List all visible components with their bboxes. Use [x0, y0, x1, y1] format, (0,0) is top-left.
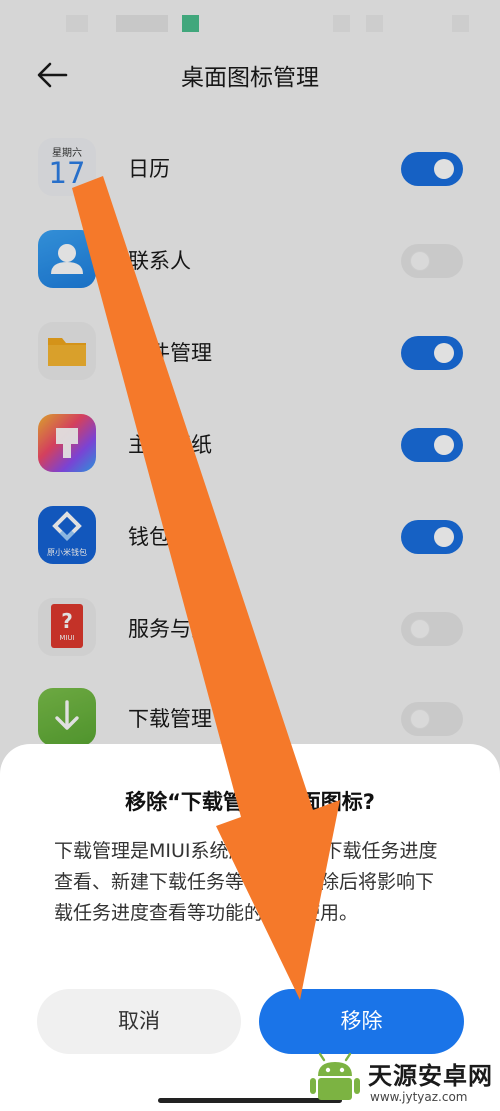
dialog-title: 移除“下载管理”桌面图标? — [125, 790, 375, 814]
cancel-button[interactable]: 取消 — [37, 989, 241, 1054]
android-logo-icon — [310, 1052, 360, 1100]
watermark-url: www.jytyaz.com — [370, 1090, 468, 1104]
screen: 桌面图标管理 星期六 17 日历 联系人 文件管理 主题壁纸 原小米钱包 钱包 … — [0, 0, 500, 1111]
watermark-title: 天源安卓网 — [368, 1062, 493, 1090]
watermark: 天源安卓网 www.jytyaz.com — [300, 1042, 500, 1111]
dialog-message: 下载管理是MIUI系统应用，提供下载任务进度查看、新建下载任务等功能。移除后将影… — [54, 840, 438, 924]
